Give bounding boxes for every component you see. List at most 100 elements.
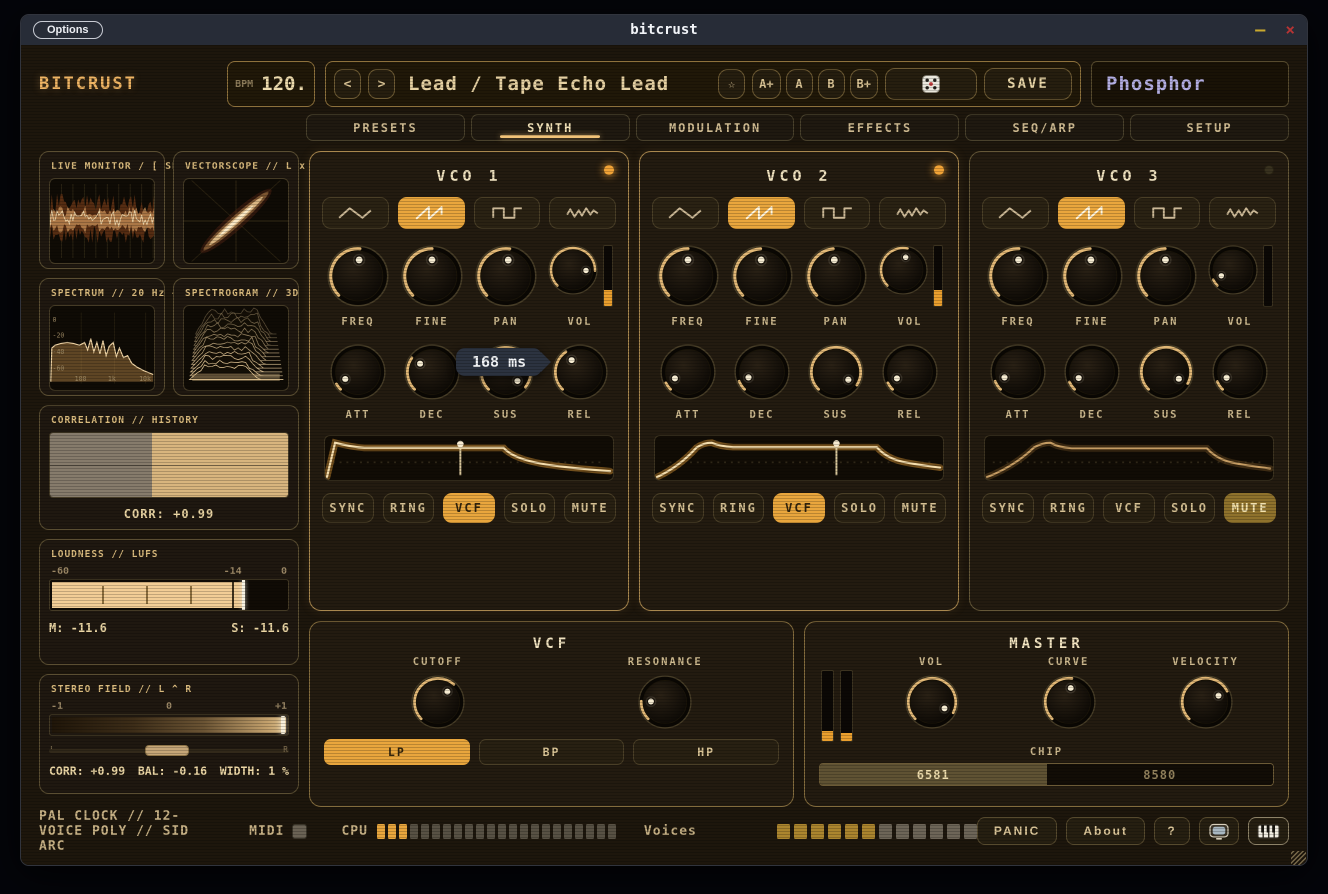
knob-dial[interactable] <box>401 245 463 307</box>
saw-wave-button[interactable] <box>728 197 795 229</box>
resize-grip[interactable] <box>1291 851 1306 866</box>
knob-dial[interactable] <box>1138 344 1194 400</box>
knob-dial[interactable] <box>660 344 716 400</box>
vco-vcf-button[interactable]: VCF <box>443 493 495 523</box>
envelope-display[interactable] <box>654 435 944 481</box>
noise-wave-button[interactable] <box>549 197 616 229</box>
vco-vcf-button[interactable]: VCF <box>773 493 825 523</box>
about-button[interactable]: About <box>1066 817 1145 845</box>
saw-wave-button[interactable] <box>398 197 465 229</box>
saw-wave-button[interactable] <box>1058 197 1125 229</box>
vco-solo-button[interactable]: SOLO <box>1164 493 1216 523</box>
balance-handle[interactable] <box>145 745 189 756</box>
filter-mode-hp-button[interactable]: HP <box>633 739 779 765</box>
vco-ring-button[interactable]: RING <box>1043 493 1095 523</box>
knob-dial[interactable] <box>552 344 608 400</box>
knob-dial[interactable] <box>657 245 719 307</box>
slot-button-b[interactable]: B <box>818 69 845 99</box>
cpu-segment <box>608 824 616 839</box>
spectrogram-panel[interactable]: SPECTROGRAM // 3D <box>173 278 299 396</box>
triangle-wave-button[interactable] <box>322 197 389 229</box>
pulse-wave-button[interactable] <box>474 197 541 229</box>
noise-wave-button[interactable] <box>1209 197 1276 229</box>
vco-mute-button[interactable]: MUTE <box>564 493 616 523</box>
randomize-button[interactable] <box>885 68 977 100</box>
balance-slider[interactable]: L R <box>49 744 289 756</box>
knob-dial[interactable] <box>330 344 386 400</box>
tab-seq-arp[interactable]: SEQ/ARP <box>965 114 1124 141</box>
knob-dial[interactable] <box>1179 675 1233 729</box>
virtual-keyboard-button[interactable] <box>1248 817 1289 845</box>
knob-dial[interactable] <box>548 245 598 295</box>
save-button[interactable]: SAVE <box>984 68 1072 100</box>
tab-presets[interactable]: PRESETS <box>306 114 465 141</box>
vco-ring-button[interactable]: RING <box>383 493 435 523</box>
voice-segment <box>879 824 892 839</box>
vco-sync-button[interactable]: SYNC <box>652 493 704 523</box>
help-button[interactable]: ? <box>1154 817 1190 845</box>
live-monitor-panel[interactable]: LIVE MONITOR / [ SETUP ] <box>39 151 165 269</box>
knob-label: DEC <box>420 409 445 421</box>
slot-button-b-plus[interactable]: B+ <box>850 69 878 99</box>
triangle-wave-button[interactable] <box>982 197 1049 229</box>
envelope-display[interactable] <box>324 435 614 481</box>
knob-dial[interactable] <box>404 344 460 400</box>
knob-dial[interactable] <box>1042 675 1096 729</box>
knob-dial[interactable] <box>734 344 790 400</box>
close-button[interactable]: × <box>1285 22 1295 38</box>
tab-setup[interactable]: SETUP <box>1130 114 1289 141</box>
vectorscope-panel[interactable]: VECTORSCOPE // L x R <box>173 151 299 269</box>
crt-display-button[interactable] <box>1199 817 1239 845</box>
knob-dial[interactable] <box>1208 245 1258 295</box>
knob-dial[interactable] <box>990 344 1046 400</box>
knob-dial[interactable] <box>1135 245 1197 307</box>
bpm-value[interactable]: 120. <box>261 73 307 95</box>
options-button[interactable]: Options <box>33 21 103 39</box>
vco-ring-button[interactable]: RING <box>713 493 765 523</box>
vco-solo-button[interactable]: SOLO <box>834 493 886 523</box>
vco-sync-button[interactable]: SYNC <box>322 493 374 523</box>
knob-dial[interactable] <box>475 245 537 307</box>
knob-dial[interactable] <box>878 245 928 295</box>
knob-dial[interactable] <box>1061 245 1123 307</box>
knob-dial[interactable] <box>731 245 793 307</box>
tab-effects[interactable]: EFFECTS <box>800 114 959 141</box>
knob-dial[interactable] <box>1212 344 1268 400</box>
vco-sync-button[interactable]: SYNC <box>982 493 1034 523</box>
knob-dial[interactable] <box>905 675 959 729</box>
envelope-display[interactable] <box>984 435 1274 481</box>
knob-dial[interactable] <box>1064 344 1120 400</box>
triangle-wave-button[interactable] <box>652 197 719 229</box>
filter-mode-bp-button[interactable]: BP <box>479 739 625 765</box>
tab-modulation[interactable]: MODULATION <box>636 114 795 141</box>
slot-button-a[interactable]: A <box>786 69 813 99</box>
slot-button-a-plus[interactable]: A+ <box>752 69 780 99</box>
chip-option-6581[interactable]: 6581 <box>820 764 1047 785</box>
tab-synth[interactable]: SYNTH <box>471 114 630 141</box>
preset-prev-button[interactable]: < <box>334 69 361 99</box>
vco-solo-button[interactable]: SOLO <box>504 493 556 523</box>
preset-name[interactable]: Lead / Tape Echo Lead <box>402 73 711 95</box>
filter-mode-lp-button[interactable]: LP <box>324 739 470 765</box>
minimize-button[interactable]: – <box>1255 22 1265 39</box>
panic-button[interactable]: PANIC <box>977 817 1057 845</box>
theme-box[interactable]: Phosphor <box>1091 61 1289 107</box>
knob-dial[interactable] <box>987 245 1049 307</box>
vco-vcf-button[interactable]: VCF <box>1103 493 1155 523</box>
preset-next-button[interactable]: > <box>368 69 395 99</box>
favorite-star-button[interactable]: ☆ <box>718 69 745 99</box>
knob-dial[interactable] <box>882 344 938 400</box>
knob-dial[interactable] <box>411 675 465 729</box>
knob-dial[interactable] <box>808 344 864 400</box>
spectrum-panel[interactable]: SPECTRUM // 20 Hz ~ 0-20-40-601001k10k <box>39 278 165 396</box>
noise-wave-button[interactable] <box>879 197 946 229</box>
pulse-wave-button[interactable] <box>804 197 871 229</box>
pulse-wave-button[interactable] <box>1134 197 1201 229</box>
chip-option-8580[interactable]: 8580 <box>1047 764 1274 785</box>
knob-dial[interactable] <box>327 245 389 307</box>
knob-dial[interactable] <box>805 245 867 307</box>
bpm-box[interactable]: BPM 120. <box>227 61 315 107</box>
knob-dial[interactable] <box>638 675 692 729</box>
vco-mute-button[interactable]: MUTE <box>894 493 946 523</box>
vco-mute-button[interactable]: MUTE <box>1224 493 1276 523</box>
